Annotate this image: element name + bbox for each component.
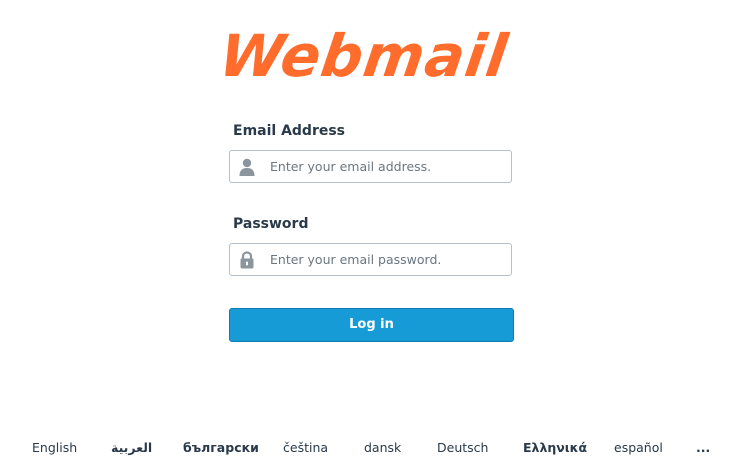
language-link-german[interactable]: Deutsch bbox=[437, 440, 488, 455]
password-field-container[interactable] bbox=[229, 243, 512, 276]
language-link-english[interactable]: English bbox=[32, 440, 77, 455]
language-link-greek[interactable]: Ελληνικά bbox=[523, 440, 587, 455]
lock-icon bbox=[239, 251, 255, 269]
login-page: Webmail Email Address Password Log in En… bbox=[0, 0, 731, 475]
language-link-arabic[interactable]: العربية bbox=[111, 440, 152, 455]
more-languages-button[interactable]: ... bbox=[696, 440, 710, 455]
language-link-czech[interactable]: čeština bbox=[283, 440, 328, 455]
password-input[interactable] bbox=[270, 244, 506, 275]
webmail-logo: Webmail bbox=[215, 22, 513, 90]
language-bar: English العربية български čeština dansk … bbox=[0, 440, 731, 460]
language-link-bulgarian[interactable]: български bbox=[183, 440, 259, 455]
email-label: Email Address bbox=[233, 123, 346, 139]
language-link-danish[interactable]: dansk bbox=[364, 440, 401, 455]
user-icon bbox=[239, 158, 255, 176]
email-input[interactable] bbox=[270, 151, 506, 182]
login-button[interactable]: Log in bbox=[229, 308, 514, 342]
password-label: Password bbox=[233, 216, 309, 232]
email-field-container[interactable] bbox=[229, 150, 512, 183]
language-link-spanish[interactable]: español bbox=[614, 440, 663, 455]
